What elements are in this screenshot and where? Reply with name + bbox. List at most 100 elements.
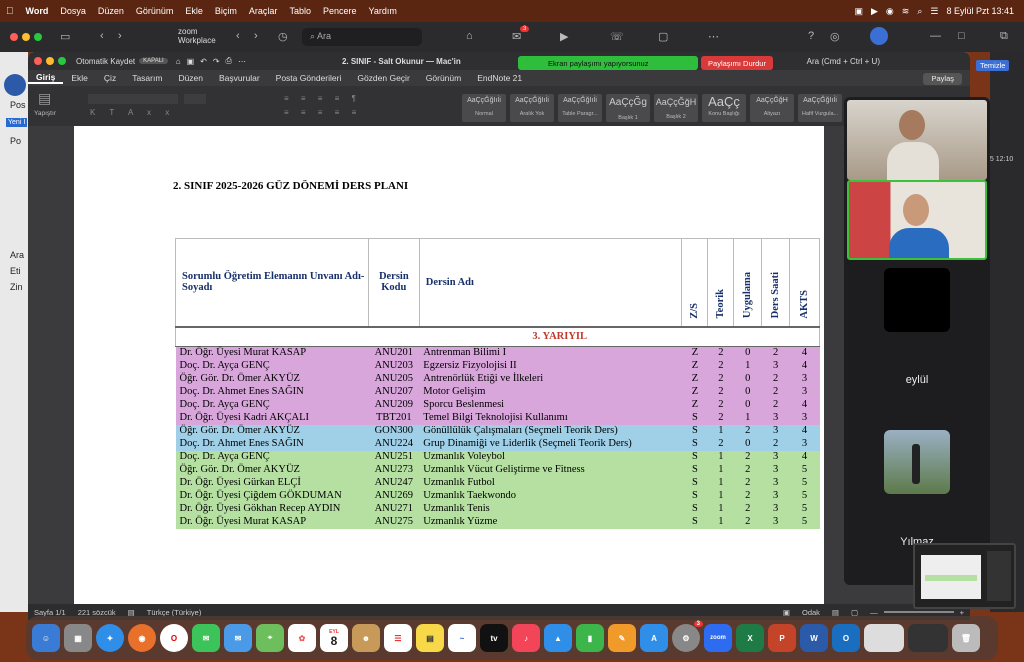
tab-posta[interactable]: Posta Gönderileri xyxy=(268,73,350,83)
menu-item-pencere[interactable]: Pencere xyxy=(317,6,363,16)
word-maximize-icon[interactable] xyxy=(58,57,66,65)
record-icon[interactable]: ◉ xyxy=(886,6,894,17)
meetings-icon[interactable]: ▶ xyxy=(560,30,568,43)
new-button[interactable]: Yeni I xyxy=(6,118,28,127)
finder-icon[interactable]: ☺ xyxy=(32,624,60,652)
settings-icon[interactable]: ⚙ 3 xyxy=(672,621,703,652)
chat-icon[interactable]: ✉ xyxy=(512,30,521,43)
clear-button[interactable]: Temizle xyxy=(976,60,1010,71)
launchpad-icon[interactable]: ▦ xyxy=(64,624,92,652)
tab-duzen[interactable]: Düzen xyxy=(170,73,211,83)
sidebar-label-5[interactable]: Zin xyxy=(10,282,23,292)
menubar-datetime[interactable]: 8 Eylül Pzt 13:41 xyxy=(946,6,1014,16)
style-baslik-2[interactable]: AaÇçĞğH Başlık 2 xyxy=(654,94,698,122)
menu-item-gorunum[interactable]: Görünüm xyxy=(130,6,180,16)
autosave-toggle[interactable]: KAPALI xyxy=(139,58,168,64)
home-icon[interactable]: ⌂ xyxy=(466,30,473,42)
sidebar-label-0[interactable]: Pos xyxy=(10,100,26,110)
back-icon[interactable]: ‹ xyxy=(100,30,104,42)
contacts-icon[interactable]: ☻ xyxy=(352,624,380,652)
screen-icon[interactable]: ▢ xyxy=(658,30,668,43)
more-icon[interactable]: ⋯ xyxy=(238,57,246,66)
zoom-slider[interactable] xyxy=(883,611,954,613)
apple-icon[interactable]:  xyxy=(0,6,20,17)
format-buttons[interactable]: K T A x x xyxy=(90,108,175,117)
sidebar-label-3[interactable]: Ara xyxy=(10,250,24,260)
menu-app-name[interactable]: Word xyxy=(20,6,55,16)
notes-icon[interactable]: ▤ xyxy=(416,624,444,652)
document-page[interactable]: 2. SINIF 2025-2026 GÜZ DÖNEMİ DERS PLANI… xyxy=(74,126,824,608)
participant-video-1[interactable] xyxy=(847,100,987,180)
trash-icon[interactable]: 🗑 xyxy=(952,624,980,652)
tab-ekle[interactable]: Ekle xyxy=(63,73,96,83)
firefox-icon[interactable]: ◉ xyxy=(128,624,156,652)
calendar-icon[interactable]: EYL 8 xyxy=(320,624,348,652)
reminders-icon[interactable]: ☰ xyxy=(384,624,412,652)
font-size-select[interactable] xyxy=(184,94,206,104)
zoom-window-icon[interactable] xyxy=(34,33,42,41)
appletv-icon[interactable]: tv xyxy=(480,624,508,652)
music-icon[interactable]: ♪ xyxy=(512,624,540,652)
freeform-icon[interactable]: ~ xyxy=(448,624,476,652)
word-search-input[interactable]: Ara (Cmd + Ctrl + U) xyxy=(807,57,880,66)
redo-icon[interactable]: ↷ xyxy=(213,57,220,66)
powerpoint-icon[interactable]: P xyxy=(768,624,796,652)
tab-ciz[interactable]: Çiz xyxy=(96,73,124,83)
sidebar-label-4[interactable]: Eti xyxy=(10,266,21,276)
style-altyazi[interactable]: AaÇçĞğH Altyazı xyxy=(750,94,794,122)
style-konu-basligi[interactable]: AaÇç Konu Başlığı xyxy=(702,94,746,122)
tab-gozden-gecir[interactable]: Gözden Geçir xyxy=(349,73,417,83)
tab-endnote[interactable]: EndNote 21 xyxy=(469,73,530,83)
more-icon[interactable]: ⋯ xyxy=(708,30,719,43)
style-normal[interactable]: AaÇçĞğIıİi Normal xyxy=(462,94,506,122)
notification-icon[interactable]: ◎ xyxy=(830,30,840,43)
messages-icon[interactable]: ✉ xyxy=(192,624,220,652)
safari-icon[interactable]: ✦ xyxy=(96,624,124,652)
participant-video-2[interactable] xyxy=(847,180,987,260)
menu-item-araclar[interactable]: Araçlar xyxy=(243,6,284,16)
participant-avatar-yilmaz[interactable] xyxy=(884,430,950,494)
menu-item-bicim[interactable]: Biçim xyxy=(209,6,243,16)
menu-item-dosya[interactable]: Dosya xyxy=(54,6,92,16)
tab-giris[interactable]: Giriş xyxy=(28,72,64,84)
menu-item-yardim[interactable]: Yardım xyxy=(362,6,402,16)
stop-share-button[interactable]: Paylaşımı Durdur xyxy=(701,56,773,70)
paste-icon[interactable]: ▤ xyxy=(38,90,51,107)
help-icon[interactable]: ? xyxy=(808,30,814,42)
control-center-icon[interactable]: ☰ xyxy=(930,6,938,17)
minimize-window-icon[interactable] xyxy=(22,33,30,41)
minimize-icon[interactable]: — xyxy=(930,30,941,42)
tab-basvurular[interactable]: Başvurular xyxy=(211,73,268,83)
keynote-icon[interactable]: ▲ xyxy=(544,624,572,652)
nav-back-icon[interactable]: ‹ xyxy=(236,30,240,42)
zoom-status-icon[interactable]: ▣ xyxy=(854,6,863,17)
paragraph-buttons[interactable]: ≡ ≡ ≡ ≡ ¶ xyxy=(284,94,361,103)
numbers-icon[interactable]: ▮ xyxy=(576,624,604,652)
word-minimize-icon[interactable] xyxy=(46,57,54,65)
forward-icon[interactable]: › xyxy=(118,30,122,42)
style-baslik-1[interactable]: AaÇçĞg Başlık 1 xyxy=(606,94,650,122)
excel-icon[interactable]: X xyxy=(736,624,764,652)
appstore-icon[interactable]: A xyxy=(640,624,668,652)
save-icon[interactable]: ▣ xyxy=(187,57,195,66)
popout-icon[interactable]: ⧉ xyxy=(1000,30,1008,43)
menu-item-tablo[interactable]: Tablo xyxy=(283,6,317,16)
play-icon[interactable]: ▶ xyxy=(871,6,878,17)
undo-icon[interactable]: ↶ xyxy=(200,57,207,66)
maps-icon[interactable]: ⌖ xyxy=(256,624,284,652)
word-icon[interactable]: W xyxy=(800,624,828,652)
style-table-paragraph[interactable]: AaÇçĞğIıİi Table Paragr... xyxy=(558,94,602,122)
mail-icon[interactable]: ✉ xyxy=(224,624,252,652)
recent-window-1-icon[interactable] xyxy=(864,624,904,652)
outlook-icon[interactable]: O xyxy=(832,624,860,652)
search-icon[interactable]: ⌕ xyxy=(917,6,922,17)
participant-avatar-eylul[interactable] xyxy=(884,268,950,332)
opera-icon[interactable]: O xyxy=(160,624,188,652)
close-window-icon[interactable] xyxy=(10,33,18,41)
phone-icon[interactable]: ☏ xyxy=(610,30,624,43)
restore-icon[interactable]: □ xyxy=(958,30,965,42)
menu-item-ekle[interactable]: Ekle xyxy=(179,6,209,16)
sidebar-label-2[interactable]: Po xyxy=(10,136,21,146)
nav-forward-icon[interactable]: › xyxy=(254,30,258,42)
pages-icon[interactable]: ✎ xyxy=(608,624,636,652)
